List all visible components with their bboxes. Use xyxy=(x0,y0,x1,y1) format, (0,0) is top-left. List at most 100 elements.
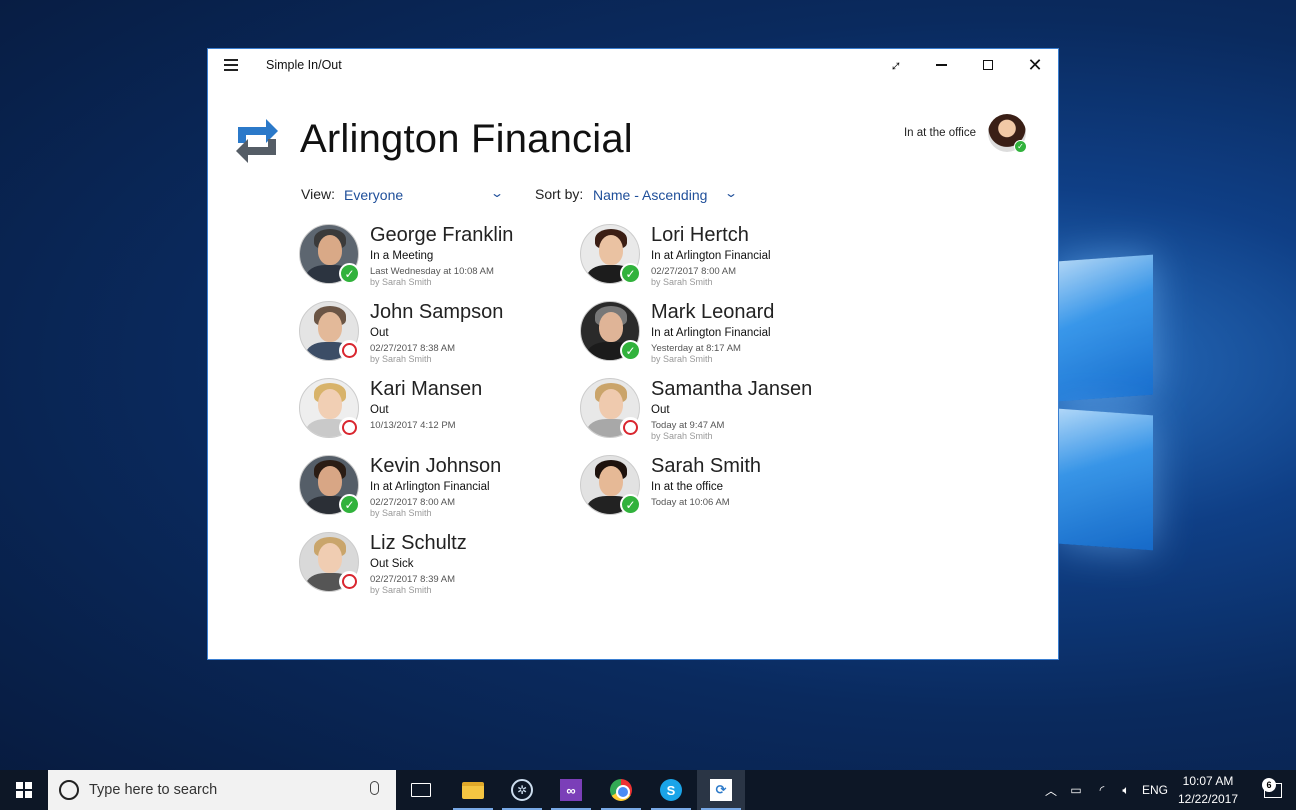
status-out-icon xyxy=(620,417,641,438)
action-center-button[interactable]: 6 xyxy=(1250,770,1296,810)
sort-dropdown[interactable]: Name - Ascending xyxy=(593,187,707,203)
person-name: Samantha Jansen xyxy=(651,378,813,400)
person-card[interactable]: John Sampson Out 02/27/2017 8:38 AM by S… xyxy=(299,301,569,373)
person-name: John Sampson xyxy=(370,301,504,323)
close-icon: ✕ xyxy=(1027,54,1043,75)
microphone-icon[interactable] xyxy=(370,781,379,795)
close-button[interactable]: ✕ xyxy=(1012,49,1058,81)
person-card[interactable]: Liz Schultz Out Sick 02/27/2017 8:39 AM … xyxy=(299,532,569,604)
full-screen-button[interactable]: ↔ xyxy=(872,49,918,81)
person-card[interactable]: ✓ Kevin Johnson In at Arlington Financia… xyxy=(299,455,569,527)
sort-label: Sort by: xyxy=(535,186,584,202)
skype-button[interactable]: S xyxy=(647,770,695,810)
person-name: Kari Mansen xyxy=(370,378,483,400)
status-out-icon xyxy=(339,571,360,592)
person-name: Mark Leonard xyxy=(651,301,775,323)
task-view-button[interactable] xyxy=(397,770,445,810)
status-in-icon: ✓ xyxy=(1014,140,1027,153)
simple-in-out-icon: ⟳ xyxy=(710,779,732,801)
folder-icon xyxy=(462,781,484,799)
language-indicator[interactable]: ENG xyxy=(1138,770,1172,810)
task-view-icon xyxy=(411,783,431,797)
status-in-icon: ✓ xyxy=(620,340,641,361)
cortana-icon xyxy=(59,780,79,800)
person-by: by Sarah Smith xyxy=(651,354,713,364)
tree-icon: ✲ xyxy=(511,779,533,801)
maximize-icon xyxy=(983,60,993,70)
person-name: Liz Schultz xyxy=(370,532,467,554)
person-name: Kevin Johnson xyxy=(370,455,502,477)
clock-time: 10:07 AM xyxy=(1182,774,1234,788)
battery-icon[interactable]: ▭ xyxy=(1064,770,1088,810)
view-label: View: xyxy=(301,186,335,202)
chrome-icon xyxy=(610,779,632,801)
file-explorer-button[interactable] xyxy=(449,770,497,810)
person-name: George Franklin xyxy=(370,224,514,246)
show-hidden-icons-button[interactable]: ︿ xyxy=(1040,770,1062,810)
clock-date: 12/22/2017 xyxy=(1177,792,1239,806)
person-status: In a Meeting xyxy=(370,250,434,262)
app-window: Simple In/Out ↔ ✕ Arlington Financial In… xyxy=(207,48,1059,660)
status-out-icon xyxy=(339,340,360,361)
person-by: by Sarah Smith xyxy=(370,508,432,518)
person-status: In at Arlington Financial xyxy=(651,250,771,262)
person-card[interactable]: ✓ George Franklin In a Meeting Last Wedn… xyxy=(299,224,569,296)
person-status: Out Sick xyxy=(370,558,414,570)
sort-chevron-down-icon[interactable]: ⌄ xyxy=(724,186,738,200)
person-time: 10/13/2017 4:12 PM xyxy=(370,420,456,431)
hamburger-menu-icon[interactable] xyxy=(224,59,238,71)
person-by: by Sarah Smith xyxy=(651,277,713,287)
person-card[interactable]: ✓ Sarah Smith In at the office Today at … xyxy=(580,455,850,527)
wifi-icon[interactable]: ◜ xyxy=(1090,770,1114,810)
taskbar-search[interactable]: Type here to search xyxy=(48,770,396,810)
search-placeholder: Type here to search xyxy=(89,782,218,798)
app-logo-icon xyxy=(236,119,278,163)
person-status: In at Arlington Financial xyxy=(651,327,771,339)
title-bar: Simple In/Out ↔ ✕ xyxy=(208,49,1058,81)
taskbar-clock[interactable]: 10:07 AM 12/22/2017 xyxy=(1168,772,1248,808)
skype-icon: S xyxy=(660,779,682,801)
person-card[interactable]: ✓ Lori Hertch In at Arlington Financial … xyxy=(580,224,850,296)
person-time: Last Wednesday at 10:08 AM xyxy=(370,266,494,277)
person-by: by Sarah Smith xyxy=(651,431,713,441)
person-name: Sarah Smith xyxy=(651,455,762,477)
simple-in-out-button[interactable]: ⟳ xyxy=(697,770,745,810)
person-name: Lori Hertch xyxy=(651,224,749,246)
person-card[interactable]: Kari Mansen Out 10/13/2017 4:12 PM xyxy=(299,378,569,450)
status-in-icon: ✓ xyxy=(620,494,641,515)
person-time: 02/27/2017 8:00 AM xyxy=(651,266,737,277)
person-time: 02/27/2017 8:38 AM xyxy=(370,343,456,354)
status-in-icon: ✓ xyxy=(339,263,360,284)
person-status: Out xyxy=(370,327,389,339)
windows-icon xyxy=(16,782,32,798)
person-by: by Sarah Smith xyxy=(370,354,432,364)
minimize-button[interactable] xyxy=(918,49,964,81)
view-chevron-down-icon[interactable]: ⌄ xyxy=(490,186,504,200)
person-by: by Sarah Smith xyxy=(370,277,432,287)
chrome-button[interactable] xyxy=(597,770,645,810)
person-status: In at Arlington Financial xyxy=(370,481,490,493)
minimize-icon xyxy=(935,64,947,66)
person-time: 02/27/2017 8:39 AM xyxy=(370,574,456,585)
person-card[interactable]: Samantha Jansen Out Today at 9:47 AM by … xyxy=(580,378,850,450)
visual-studio-button[interactable]: ∞ xyxy=(547,770,595,810)
start-button[interactable] xyxy=(0,770,48,810)
person-status: In at the office xyxy=(651,481,724,493)
status-in-icon: ✓ xyxy=(620,263,641,284)
person-by: by Sarah Smith xyxy=(370,585,432,595)
visual-studio-icon: ∞ xyxy=(560,779,582,801)
status-in-icon: ✓ xyxy=(339,494,360,515)
view-dropdown[interactable]: Everyone xyxy=(344,187,403,203)
person-status: Out xyxy=(370,404,389,416)
current-status-text: In at the office xyxy=(903,127,976,139)
maximize-button[interactable] xyxy=(965,49,1011,81)
taskbar-app-button[interactable]: ✲ xyxy=(498,770,546,810)
notification-count: 6 xyxy=(1262,778,1276,792)
person-status: Out xyxy=(651,404,670,416)
status-out-icon xyxy=(339,417,360,438)
person-time: Today at 9:47 AM xyxy=(651,420,725,431)
volume-icon[interactable]: 🔈︎ xyxy=(1114,770,1138,810)
person-card[interactable]: ✓ Mark Leonard In at Arlington Financial… xyxy=(580,301,850,373)
person-time: Yesterday at 8:17 AM xyxy=(651,343,741,354)
app-title: Simple In/Out xyxy=(266,58,342,72)
